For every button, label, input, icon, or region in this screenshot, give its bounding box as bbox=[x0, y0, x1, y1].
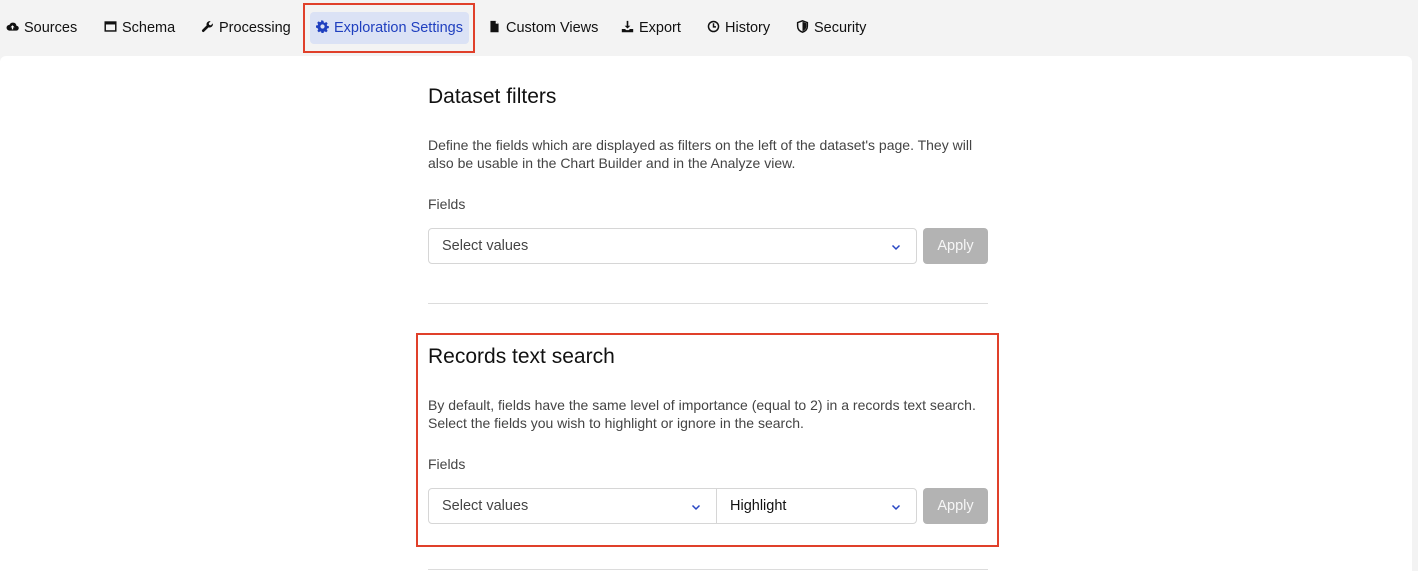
tab-security[interactable]: Security bbox=[790, 12, 872, 44]
dataset-filters-apply-button[interactable]: Apply bbox=[923, 228, 988, 264]
shield-icon bbox=[796, 19, 809, 37]
active-tab-highlight bbox=[303, 3, 475, 53]
dataset-filters-description: Define the fields which are displayed as… bbox=[428, 137, 973, 171]
tab-security-label: Security bbox=[814, 20, 867, 36]
settings-tab-bar: Sources Schema Processing Exploration Se… bbox=[0, 0, 1418, 56]
dataset-filters-fields-label: Fields bbox=[428, 196, 466, 212]
tab-sources-label: Sources bbox=[24, 20, 78, 36]
window-icon bbox=[104, 20, 117, 37]
section-divider bbox=[428, 303, 988, 304]
dataset-filters-title: Dataset filters bbox=[428, 85, 557, 108]
download-icon bbox=[621, 20, 634, 37]
chevron-down-icon bbox=[891, 244, 901, 251]
file-icon bbox=[488, 20, 501, 37]
tab-export-label: Export bbox=[639, 20, 681, 36]
tab-processing[interactable]: Processing bbox=[195, 12, 297, 44]
cloud-upload-icon bbox=[6, 20, 19, 37]
section-divider-bottom bbox=[428, 569, 988, 570]
dataset-filters-fields-select[interactable]: Select values bbox=[428, 228, 917, 264]
tab-processing-label: Processing bbox=[219, 20, 291, 36]
tab-schema-label: Schema bbox=[122, 20, 176, 36]
tab-schema[interactable]: Schema bbox=[98, 12, 181, 44]
dataset-filters-select-placeholder: Select values bbox=[442, 238, 529, 254]
tab-history[interactable]: History bbox=[701, 12, 776, 44]
wrench-icon bbox=[201, 20, 214, 37]
clock-icon bbox=[707, 20, 720, 37]
tab-sources[interactable]: Sources bbox=[0, 12, 83, 44]
tab-custom-views[interactable]: Custom Views bbox=[482, 12, 604, 44]
tab-custom-views-label: Custom Views bbox=[506, 20, 599, 36]
records-text-search-highlight bbox=[416, 333, 999, 547]
tab-history-label: History bbox=[725, 20, 771, 36]
tab-export[interactable]: Export bbox=[615, 12, 687, 44]
